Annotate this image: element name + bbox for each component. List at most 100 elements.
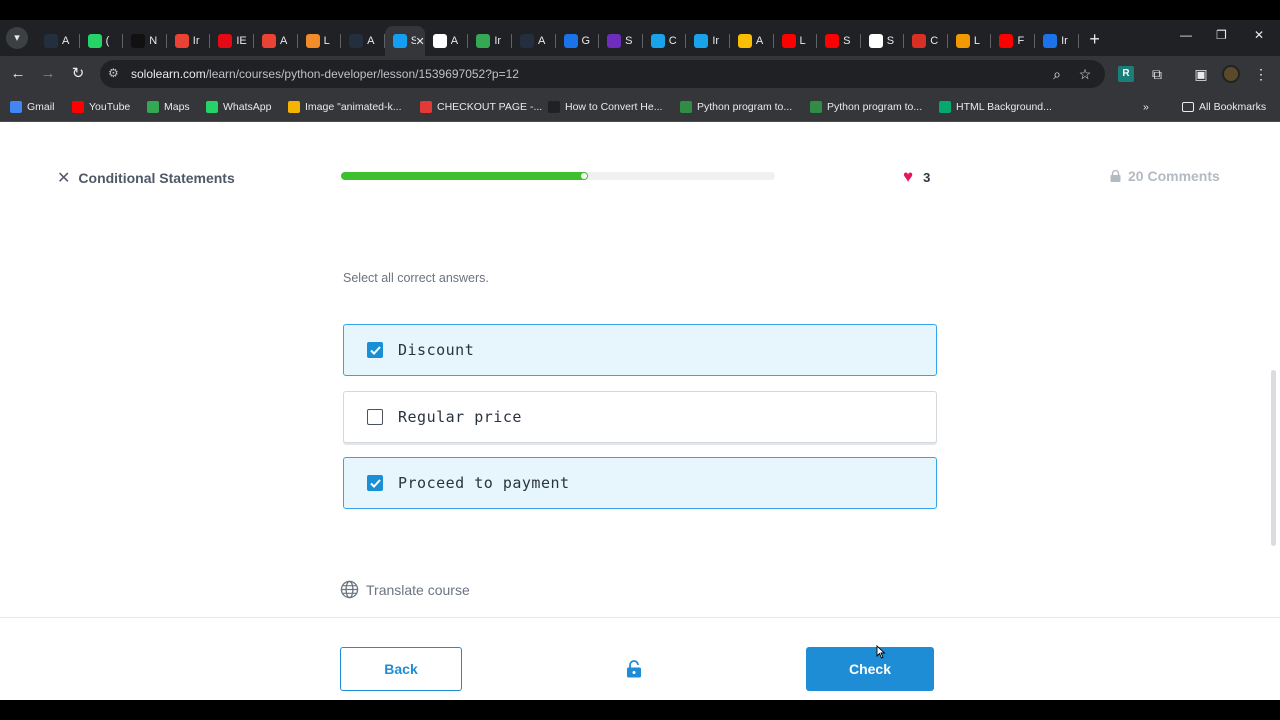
drive-icon: [737, 34, 752, 48]
bookmark-item[interactable]: WhatsApp: [206, 100, 271, 114]
browser-tab[interactable]: L: [298, 26, 342, 56]
scrollbar-thumb[interactable]: [1271, 370, 1276, 546]
tab-title: C: [668, 35, 677, 47]
menu-kebab-icon[interactable]: ⋮: [1252, 65, 1270, 83]
browser-tab[interactable]: S: [817, 26, 861, 56]
checkbox-checked[interactable]: [367, 475, 383, 491]
browser-tab[interactable]: IE: [210, 26, 254, 56]
translate-label: Translate course: [366, 581, 470, 598]
sololearn-icon: [392, 34, 407, 48]
browser-tab[interactable]: Ir: [686, 26, 730, 56]
browser-tab[interactable]: S ✕: [384, 26, 425, 56]
answer-option-label: Regular price: [398, 408, 522, 426]
bookmark-item[interactable]: Python program to...: [810, 100, 922, 114]
site-info-icon[interactable]: ⚙: [108, 66, 119, 80]
browser-tab[interactable]: A: [512, 26, 556, 56]
browser-tab[interactable]: Ir: [1035, 26, 1079, 56]
browser-tab[interactable]: N: [123, 26, 167, 56]
checkbox-unchecked[interactable]: [367, 409, 383, 425]
footer-divider: [0, 617, 1280, 618]
browser-tab[interactable]: S: [861, 26, 905, 56]
tab-title: Ir: [712, 35, 720, 47]
bookmark-item[interactable]: Image "animated-k...: [288, 100, 402, 114]
shoe-icon: [420, 101, 432, 113]
tab-title: S: [886, 35, 895, 47]
tab-title: L: [323, 35, 330, 47]
bookmark-label: Maps: [164, 101, 190, 113]
address-bar[interactable]: ⚙ sololearn.com/learn/courses/python-dev…: [100, 60, 1105, 88]
unlock-icon[interactable]: [626, 660, 642, 678]
url-text: sololearn.com/learn/courses/python-devel…: [131, 67, 519, 81]
browser-tab[interactable]: (: [80, 26, 124, 56]
checkmark-icon: [369, 478, 381, 488]
side-panel-icon[interactable]: ▣: [1192, 65, 1210, 83]
tab-title: A: [755, 35, 764, 47]
extension-r-icon[interactable]: R: [1118, 66, 1134, 82]
zoom-icon[interactable]: ⌕: [1048, 65, 1066, 83]
youtube-icon: [781, 34, 796, 48]
progress-knob: [581, 173, 587, 179]
ist-icon: [694, 34, 709, 48]
browser-tab[interactable]: L: [948, 26, 992, 56]
minimize-button[interactable]: —: [1180, 28, 1192, 42]
bookmark-item[interactable]: CHECKOUT PAGE -...: [420, 100, 542, 114]
bookmark-item[interactable]: Maps: [147, 100, 190, 114]
forward-arrow-icon[interactable]: →: [38, 64, 58, 84]
comments-button[interactable]: 20 Comments: [1110, 168, 1220, 184]
tab-title: A: [450, 35, 459, 47]
close-lesson-button[interactable]: ✕ Conditional Statements: [57, 168, 235, 188]
more-bookmarks-icon[interactable]: »: [1143, 100, 1149, 114]
tab-search-button[interactable]: ▾: [6, 27, 28, 49]
circle-icon: [955, 34, 970, 48]
lesson-progress-bar: [341, 172, 775, 180]
browser-tab[interactable]: L: [774, 26, 818, 56]
browser-tab[interactable]: A: [730, 26, 774, 56]
browser-tab[interactable]: C: [643, 26, 687, 56]
check-button[interactable]: Check: [806, 647, 934, 691]
checkmark-icon: [369, 345, 381, 355]
answer-option[interactable]: Discount: [343, 324, 937, 376]
bookmark-item[interactable]: Python program to...: [680, 100, 792, 114]
lesson-header: ✕ Conditional Statements ♥ 3 20 Comments: [0, 122, 1280, 232]
new-tab-button[interactable]: +: [1083, 28, 1107, 52]
extensions-puzzle-icon[interactable]: ⧉: [1148, 65, 1166, 83]
close-tab-icon[interactable]: ✕: [416, 35, 425, 48]
tab-title: IE: [236, 35, 247, 47]
bookmark-item[interactable]: How to Convert He...: [548, 100, 662, 114]
answer-option-label: Discount: [398, 341, 475, 359]
restore-button[interactable]: ❐: [1216, 28, 1227, 42]
translate-course-link[interactable]: Translate course: [340, 580, 470, 599]
hearts-counter[interactable]: ♥ 3: [903, 167, 930, 187]
browser-tab[interactable]: C: [904, 26, 948, 56]
bookmark-item[interactable]: YouTube: [72, 100, 130, 114]
bookmark-item[interactable]: HTML Background...: [939, 100, 1052, 114]
alpha-icon: [548, 101, 560, 113]
bookmark-label: How to Convert He...: [565, 101, 663, 113]
answer-option[interactable]: Regular price: [343, 391, 937, 443]
all-bookmarks-button[interactable]: All Bookmarks: [1182, 100, 1266, 114]
browser-tab[interactable]: G: [556, 26, 600, 56]
reload-icon[interactable]: ↻: [68, 64, 88, 84]
tab-title: S: [625, 35, 633, 47]
browser-tab[interactable]: A: [36, 26, 80, 56]
profile-avatar[interactable]: [1222, 65, 1240, 83]
close-icon[interactable]: ✕: [57, 168, 70, 188]
close-window-button[interactable]: ✕: [1254, 28, 1264, 42]
bookmark-item[interactable]: Gmail: [10, 100, 54, 114]
bookmark-label: Python program to...: [827, 101, 923, 113]
bookmark-star-icon[interactable]: ☆: [1076, 65, 1094, 83]
back-arrow-icon[interactable]: ←: [8, 64, 28, 84]
browser-tab[interactable]: A: [425, 26, 469, 56]
hearts-count: 3: [923, 169, 931, 185]
browser-tab[interactable]: Ir: [468, 26, 512, 56]
back-button[interactable]: Back: [340, 647, 462, 691]
progress-fill: [341, 172, 588, 180]
browser-tab[interactable]: S: [599, 26, 643, 56]
browser-tab[interactable]: A: [254, 26, 298, 56]
browser-tab[interactable]: A: [341, 26, 385, 56]
comments-label: 20 Comments: [1128, 168, 1220, 184]
checkbox-checked[interactable]: [367, 342, 383, 358]
browser-tab[interactable]: Ir: [167, 26, 211, 56]
browser-tab[interactable]: F: [991, 26, 1035, 56]
answer-option[interactable]: Proceed to payment: [343, 457, 937, 509]
